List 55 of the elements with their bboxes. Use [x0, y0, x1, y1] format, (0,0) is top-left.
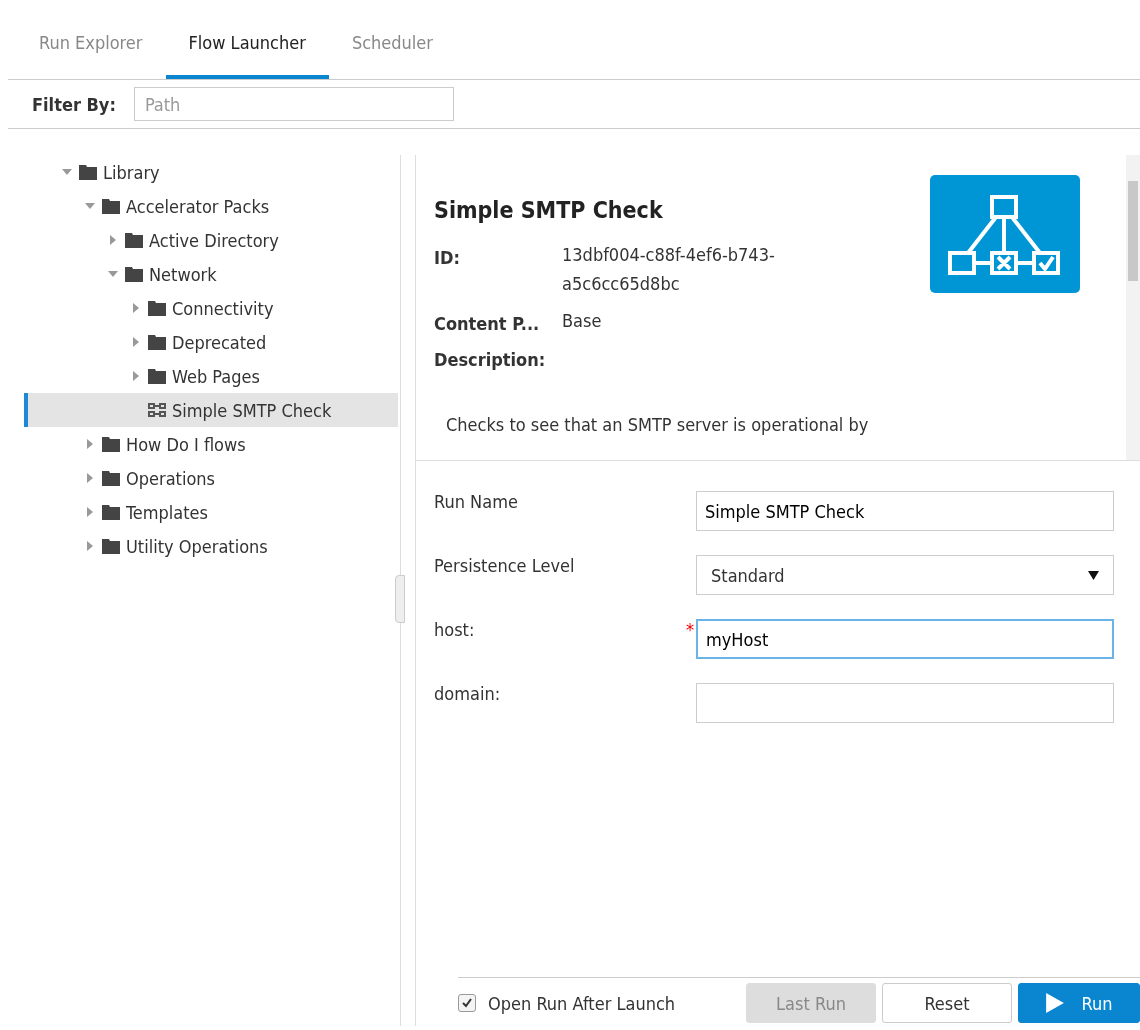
tree-item[interactable]: Library: [24, 155, 399, 189]
field-label: domain:: [434, 683, 502, 704]
tree-item[interactable]: Active Directory: [24, 223, 399, 257]
dropdown-caret-icon: [1088, 570, 1099, 580]
text-field[interactable]: [696, 683, 1114, 723]
tree-item[interactable]: Accelerator Packs: [24, 189, 399, 223]
tree-item[interactable]: Operations: [24, 461, 399, 495]
required-marker: *: [685, 619, 694, 640]
folder-icon: [125, 232, 143, 248]
tab[interactable]: Flow Launcher: [165, 22, 329, 79]
tree-item[interactable]: How Do I flows: [24, 427, 399, 461]
property-value: 13dbf004-c88f-4ef6-b743-a5c6cc65d8bc: [562, 243, 776, 296]
action-button[interactable]: Reset: [882, 983, 1012, 1023]
tab[interactable]: Scheduler: [328, 22, 456, 79]
property-label: Content P...: [434, 312, 541, 336]
property-value: Base: [562, 308, 603, 333]
persistence-dropdown[interactable]: Standard: [696, 555, 1114, 595]
flow-title: Simple SMTP Check: [434, 197, 664, 223]
filter-label: Filter By:: [32, 93, 116, 115]
folder-icon: [148, 368, 166, 384]
folder-icon: [102, 198, 120, 214]
tree-item[interactable]: Templates: [24, 495, 399, 529]
text-field[interactable]: myHost: [696, 619, 1114, 659]
folder-icon: [148, 334, 166, 350]
tree-item[interactable]: Simple SMTP Check: [24, 393, 399, 427]
field-label: host:: [434, 619, 476, 640]
tree-item[interactable]: Network: [24, 257, 399, 291]
description-text: Checks to see that an SMTP server is operational by: [445, 414, 870, 436]
folder-icon: [148, 300, 166, 316]
tree-item[interactable]: Web Pages: [24, 359, 399, 393]
play-icon: [1045, 993, 1064, 1013]
filter-field[interactable]: Path: [133, 87, 454, 121]
folder-icon: [125, 266, 143, 282]
folder-icon: [102, 504, 120, 520]
flow-icon: [148, 402, 166, 418]
property-label: ID:: [434, 247, 461, 270]
run-button[interactable]: Run: [1018, 983, 1140, 1023]
checkbox[interactable]: [458, 994, 476, 1012]
folder-icon: [102, 436, 120, 452]
folder-icon: [102, 538, 120, 554]
folder-icon: [79, 164, 97, 180]
text-field[interactable]: Simple SMTP Check: [696, 491, 1114, 531]
flow-diagram-icon: [930, 175, 1080, 293]
field-label: Persistence Level: [434, 555, 576, 576]
folder-icon: [102, 470, 120, 486]
field-label: Run Name: [434, 491, 519, 512]
checkmark-icon: [461, 997, 473, 1009]
tree-item[interactable]: Utility Operations: [24, 529, 399, 563]
collapse-handle[interactable]: [395, 575, 406, 623]
property-label: Description:: [434, 349, 547, 371]
tree-item[interactable]: Connectivity: [24, 291, 399, 325]
tab[interactable]: Run Explorer: [16, 22, 166, 79]
open-after-launch-checkbox[interactable]: Open Run After Launch: [458, 992, 676, 1014]
tree-item[interactable]: Deprecated: [24, 325, 399, 359]
scrollbar[interactable]: [1126, 155, 1140, 460]
